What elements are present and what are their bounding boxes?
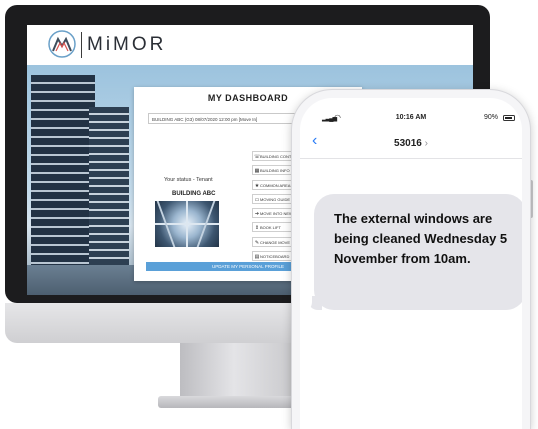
- tower-image: [31, 75, 95, 275]
- message-bubble[interactable]: The external windows are being cleaned W…: [314, 194, 522, 310]
- battery-percent: 90%: [484, 114, 499, 121]
- logo-divider: [81, 32, 82, 58]
- menu-item-label: MOVE INTO NEW: [260, 211, 293, 217]
- status-bar: ▂▃▄▅ ◠ 10:16 AM 90%: [300, 98, 522, 126]
- phone-screen: ▂▃▄▅ ◠ 10:16 AM 90% ‹ 53016 › The extern…: [300, 98, 522, 429]
- message-nav-bar: ‹ 53016 ›: [300, 128, 522, 159]
- contact-header[interactable]: 53016 ›: [300, 138, 522, 149]
- building-photo: [155, 201, 219, 247]
- battery-fill: [505, 117, 513, 119]
- phone-side-button: [530, 180, 533, 218]
- menu-item-label: NOTICEBOARD: [260, 254, 290, 260]
- building-name: BUILDING ABC: [172, 191, 216, 197]
- menu-item-label: BUILDING INFO: [260, 168, 290, 174]
- menu-item-label: MOVING GUIDE: [260, 196, 291, 202]
- mimor-logo-icon[interactable]: [47, 29, 77, 59]
- contact-number: 53016: [394, 138, 422, 149]
- monitor-stand: [180, 343, 300, 398]
- menu-item-label: BOOK LIFT: [260, 225, 281, 231]
- iphone-mockup: ▂▃▄▅ ◠ 10:16 AM 90% ‹ 53016 › The extern…: [292, 90, 530, 429]
- menu-item-label: COMMON AREAS: [260, 182, 294, 188]
- menu-item-label: CHANGE MOVE: [260, 239, 291, 245]
- site-header: MiMOR: [27, 25, 473, 66]
- battery-icon: [503, 115, 515, 121]
- bubble-tail-mask: [302, 292, 312, 312]
- message-text: The external windows are being cleaned W…: [334, 211, 508, 266]
- tenant-status: Your status - Tenant: [164, 177, 213, 183]
- chevron-right-icon: ›: [424, 138, 428, 149]
- tower-image-2: [89, 107, 129, 273]
- brand-name[interactable]: MiMOR: [87, 34, 166, 56]
